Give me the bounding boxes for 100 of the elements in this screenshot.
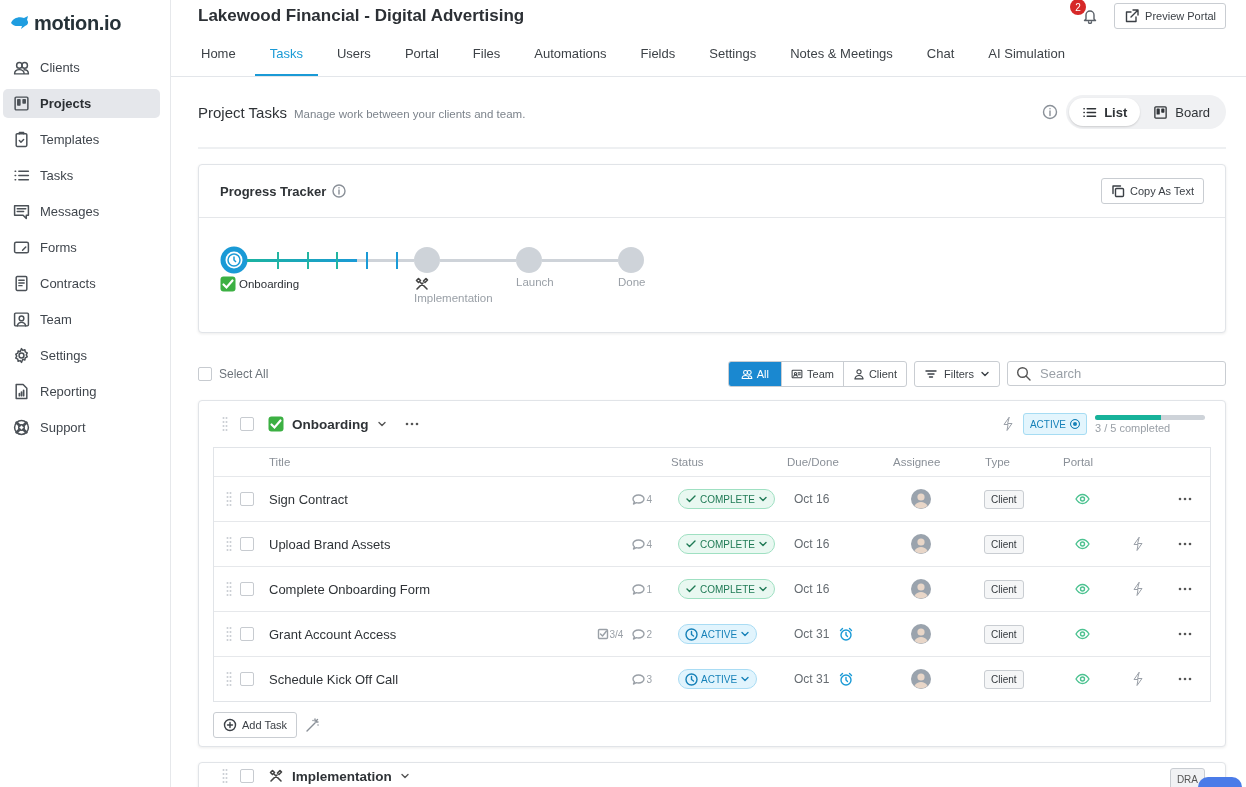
current-stage-node[interactable]	[220, 246, 248, 274]
task-row[interactable]: Sign Contract 4 COMPLETE Oct 16 Client	[214, 476, 1210, 521]
view-option[interactable]: List	[1069, 98, 1141, 126]
column-header: Title	[269, 456, 292, 468]
nav-tab[interactable]: Files	[457, 32, 516, 76]
nav-tab[interactable]: Portal	[389, 32, 454, 76]
assignee-avatar	[911, 534, 931, 554]
sidebar-item[interactable]: Team	[3, 305, 160, 334]
checklist-count: 3/4	[596, 628, 624, 640]
progress-count: 3 / 5 completed	[1095, 421, 1172, 434]
document-icon	[13, 275, 30, 292]
chevron-down-icon	[740, 674, 751, 684]
tools-icon	[414, 276, 430, 292]
clock-icon	[685, 672, 698, 686]
sidebar-item[interactable]: Templates	[3, 125, 160, 154]
filter-segment[interactable]: Client	[842, 361, 907, 386]
assignee-avatar	[911, 579, 931, 599]
sidebar-item[interactable]: Contracts	[3, 269, 160, 298]
settings-icon	[13, 347, 30, 364]
sidebar-item[interactable]: Support	[3, 413, 160, 442]
nav-tab[interactable]: Chat	[911, 32, 970, 76]
chat-launcher-button[interactable]	[1198, 777, 1242, 787]
checkbox[interactable]	[240, 769, 254, 783]
due-date: Oct 16	[794, 537, 830, 551]
task-title[interactable]: Complete Onboarding Form	[269, 581, 545, 597]
sidebar-item[interactable]: Projects	[3, 89, 160, 118]
chevron-down-icon	[399, 771, 410, 781]
view-option[interactable]: Board	[1140, 98, 1223, 126]
people-icon	[13, 59, 30, 76]
status-dropdown[interactable]: ACTIVE	[678, 624, 758, 644]
sidebar-item[interactable]: Reporting	[3, 377, 160, 406]
checkbox[interactable]	[240, 582, 254, 596]
checkbox[interactable]	[240, 672, 254, 686]
nav-tab[interactable]: Users	[321, 32, 386, 76]
copy-as-text-button[interactable]: Copy As Text	[1101, 178, 1204, 204]
sidebar-item[interactable]: Settings	[3, 341, 160, 370]
chevron-down-icon	[758, 494, 768, 504]
task-row[interactable]: Grant Account Access 3/4 2 ACTIVE Oct 31 Client	[214, 611, 1210, 656]
task-title[interactable]: Upload Brand Assets	[269, 536, 545, 552]
type-tag: Client	[984, 534, 1024, 554]
filters-dropdown[interactable]: Filters	[914, 360, 1000, 387]
task-title[interactable]: Grant Account Access	[269, 626, 545, 642]
nav-tab[interactable]: Fields	[625, 32, 691, 76]
task-row[interactable]: Schedule Kick Off Call 3 ACTIVE Oct 31 Client	[214, 656, 1210, 701]
magic-wand-icon	[305, 717, 322, 733]
drag-handle-icon	[222, 416, 228, 432]
checkbox[interactable]	[240, 417, 254, 431]
type-tag: Client	[984, 489, 1024, 509]
nav-tab[interactable]: Notes & Meetings	[775, 32, 908, 76]
more-options-icon	[1178, 542, 1192, 546]
stage-node[interactable]	[516, 247, 542, 273]
task-title[interactable]: Schedule Kick Off Call	[269, 671, 545, 687]
external-link-icon	[1124, 8, 1141, 24]
stage-label: Done	[618, 276, 646, 288]
checkbox[interactable]	[240, 627, 254, 641]
checkbox[interactable]	[198, 366, 212, 381]
column-header: Type	[984, 456, 1011, 468]
nav-tab[interactable]: AI Simulation	[973, 32, 1080, 76]
clock-icon	[685, 627, 698, 641]
chevron-down-icon	[740, 629, 751, 639]
comment-icon	[632, 583, 646, 595]
status-dropdown[interactable]: COMPLETE	[678, 579, 775, 599]
brand-name: motion.io	[34, 11, 122, 35]
task-title[interactable]: Sign Contract	[269, 491, 545, 507]
preview-portal-button[interactable]: Preview Portal	[1114, 3, 1226, 29]
search-field[interactable]: Search	[1007, 361, 1226, 386]
sidebar-item[interactable]: Messages	[3, 197, 160, 226]
add-task-button[interactable]: Add Task	[213, 712, 298, 738]
comment-icon	[632, 628, 646, 640]
board-icon	[1153, 104, 1169, 120]
info-icon	[1042, 104, 1059, 120]
status-dropdown[interactable]: COMPLETE	[678, 489, 775, 509]
check-icon	[685, 583, 697, 595]
stage-label: Implementation	[414, 292, 493, 304]
stage-node[interactable]	[414, 247, 440, 273]
checkbox[interactable]	[240, 537, 254, 551]
task-row[interactable]: Upload Brand Assets 4 COMPLETE Oct 16 Client	[214, 521, 1210, 566]
id-card-icon	[791, 367, 803, 380]
page-title: Lakewood Financial - Digital Advertising	[198, 6, 525, 26]
filter-segment[interactable]: Team	[781, 361, 843, 386]
notification-bell-icon[interactable]	[1082, 8, 1099, 24]
nav-tab[interactable]: Home	[186, 32, 251, 76]
sidebar-item[interactable]: Clients	[3, 53, 160, 82]
sidebar-item[interactable]: Forms	[3, 233, 160, 262]
checkbox[interactable]	[240, 492, 254, 506]
check-icon	[685, 538, 697, 550]
notification-count: 2	[1070, 0, 1087, 15]
nav-tab[interactable]: Automations	[519, 32, 622, 76]
more-options-icon	[1178, 677, 1192, 681]
nav-tab[interactable]: Settings	[694, 32, 772, 76]
check-icon	[685, 493, 697, 505]
status-dropdown[interactable]: COMPLETE	[678, 534, 775, 554]
stage-node[interactable]	[618, 247, 644, 273]
status-dropdown[interactable]: ACTIVE	[678, 669, 758, 689]
board-icon	[13, 95, 30, 112]
checklist-icon	[596, 628, 609, 640]
task-row[interactable]: Complete Onboarding Form 1 COMPLETE Oct 16 Client	[214, 566, 1210, 611]
column-header: Status	[670, 456, 705, 468]
filter-segment[interactable]: All	[728, 361, 781, 386]
sidebar-item[interactable]: Tasks	[3, 161, 160, 190]
